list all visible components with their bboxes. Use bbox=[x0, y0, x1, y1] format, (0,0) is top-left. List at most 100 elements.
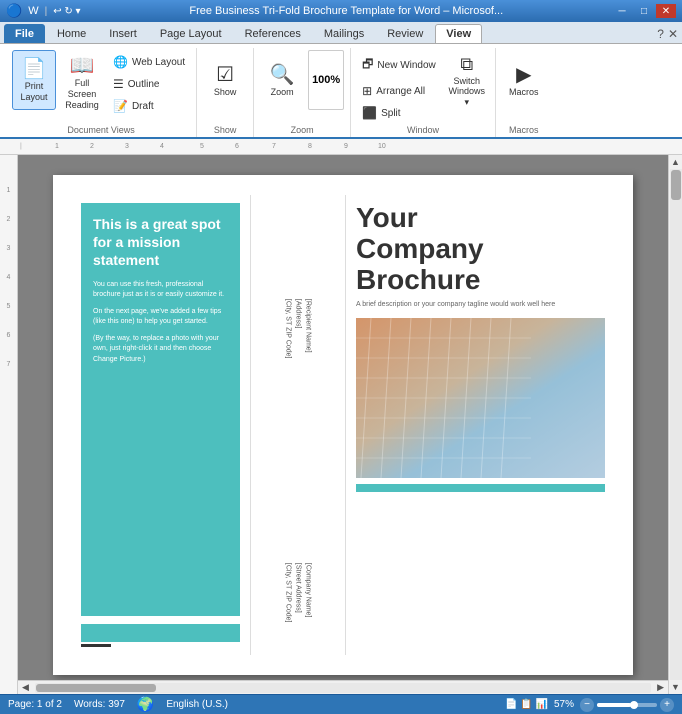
window-content: 🗗 New Window ⊞ Arrange All ⬛ Split ⧉ Swi… bbox=[357, 50, 489, 123]
window-title: Free Business Tri-Fold Brochure Template… bbox=[81, 5, 612, 17]
scroll-vertical-thumb[interactable] bbox=[671, 170, 681, 200]
tab-page-layout[interactable]: Page Layout bbox=[149, 24, 233, 43]
language-indicator: English (U.S.) bbox=[166, 699, 228, 710]
tab-home[interactable]: Home bbox=[46, 24, 97, 43]
mission-statement-title: This is a great spot for a mission state… bbox=[93, 215, 228, 270]
zoom-button-label: Zoom bbox=[271, 87, 294, 98]
body-para-3: (By the way, to replace a photo with you… bbox=[93, 334, 228, 366]
outline-button[interactable]: ☰ Outline bbox=[108, 74, 190, 94]
full-screen-label: Full ScreenReading bbox=[64, 78, 100, 110]
split-label: Split bbox=[381, 108, 400, 119]
ribbon-tab-bar: File Home Insert Page Layout References … bbox=[0, 22, 682, 44]
zoom-slider-fill bbox=[597, 703, 631, 707]
brochure-right-panel: YourCompanyBrochure A brief description … bbox=[348, 195, 613, 655]
language-icon: 🌍 bbox=[137, 696, 154, 713]
scroll-up-arrow[interactable]: ▲ bbox=[669, 155, 682, 169]
tab-insert[interactable]: Insert bbox=[98, 24, 148, 43]
zoom-percent: 57% bbox=[554, 699, 574, 710]
tab-view[interactable]: View bbox=[435, 24, 482, 43]
left-bottom-teal-stripe bbox=[81, 624, 240, 642]
new-window-icon: 🗗 bbox=[362, 55, 373, 76]
body-para-1: You can use this fresh, professional bro… bbox=[93, 280, 228, 301]
return-address: [Company Name][Street Address][City, ST … bbox=[283, 563, 312, 623]
ribbon-group-document-views: 📄 PrintLayout 📖 Full ScreenReading 🌐 Web… bbox=[6, 48, 197, 137]
recipient-address-area: [Recipient Name][Address][City, ST ZIP C… bbox=[268, 203, 328, 415]
status-bar: Page: 1 of 2 Words: 397 🌍 English (U.S.)… bbox=[0, 694, 682, 714]
new-window-button[interactable]: 🗗 New Window bbox=[357, 52, 441, 79]
draft-button[interactable]: 📝 Draft bbox=[108, 96, 190, 116]
print-layout-icon: 📄 bbox=[22, 57, 47, 81]
horizontal-ruler: | 1 2 3 4 5 6 7 8 9 10 bbox=[0, 139, 682, 155]
tab-review[interactable]: Review bbox=[376, 24, 434, 43]
draft-label: Draft bbox=[132, 101, 154, 112]
zoom-slider-track[interactable] bbox=[597, 703, 657, 707]
recipient-address: [Recipient Name][Address][City, ST ZIP C… bbox=[283, 299, 312, 359]
split-button[interactable]: ⬛ Split bbox=[357, 103, 441, 123]
zoom-minus-button[interactable]: − bbox=[580, 698, 594, 712]
new-window-label: New Window bbox=[377, 60, 435, 71]
building-image bbox=[356, 318, 605, 478]
panel-divider-2 bbox=[345, 195, 346, 655]
return-address-area: [Company Name][Street Address][City, ST … bbox=[268, 415, 328, 647]
page-indicator: Page: 1 of 2 bbox=[8, 699, 62, 710]
scroll-vertical-track[interactable] bbox=[670, 169, 682, 680]
zoom-group-label: Zoom bbox=[291, 125, 314, 135]
help-icon[interactable]: ? bbox=[657, 27, 664, 41]
zoom-plus-button[interactable]: + bbox=[660, 698, 674, 712]
brochure-left-panel: This is a great spot for a mission state… bbox=[73, 195, 248, 655]
tab-file[interactable]: File bbox=[4, 24, 45, 43]
outline-label: Outline bbox=[128, 79, 160, 90]
show-content: ☑ Show bbox=[203, 50, 247, 123]
panel-divider-1 bbox=[250, 195, 251, 655]
ribbon: 📄 PrintLayout 📖 Full ScreenReading 🌐 Web… bbox=[0, 44, 682, 139]
minimize-button[interactable]: ─ bbox=[612, 4, 632, 18]
horizontal-scrollbar[interactable]: ◀ ▶ bbox=[18, 680, 668, 694]
zoom-100-label: 100% bbox=[312, 74, 340, 86]
show-label: Show bbox=[214, 87, 237, 98]
scroll-horizontal-thumb[interactable] bbox=[36, 684, 156, 692]
company-tagline: A brief description or your company tagl… bbox=[356, 301, 605, 308]
building-svg bbox=[356, 318, 605, 478]
arrange-all-button[interactable]: ⊞ Arrange All bbox=[357, 81, 441, 101]
vertical-scrollbar[interactable]: ▲ ▼ bbox=[668, 155, 682, 694]
web-layout-button[interactable]: 🌐 Web Layout bbox=[108, 52, 190, 72]
tab-references[interactable]: References bbox=[234, 24, 312, 43]
ribbon-group-macros: ▶ Macros Macros bbox=[496, 48, 552, 137]
word-count: Words: 397 bbox=[74, 699, 125, 710]
scroll-left-arrow[interactable]: ◀ bbox=[18, 680, 33, 694]
full-screen-reading-button[interactable]: 📖 Full ScreenReading bbox=[60, 50, 104, 114]
window-controls: ─ □ ✕ bbox=[612, 4, 676, 18]
scroll-horizontal-track[interactable] bbox=[35, 683, 651, 693]
draft-icon: 📝 bbox=[113, 99, 128, 113]
switch-windows-button[interactable]: ⧉ SwitchWindows ▾ bbox=[445, 50, 489, 112]
title-bar: 🔵 W | ↩ ↻ ▾ Free Business Tri-Fold Broch… bbox=[0, 0, 682, 22]
macros-content: ▶ Macros bbox=[502, 50, 546, 123]
ribbon-group-zoom: 🔍 Zoom 100% Zoom bbox=[254, 48, 351, 137]
tab-mailings[interactable]: Mailings bbox=[313, 24, 375, 43]
scroll-right-arrow[interactable]: ▶ bbox=[653, 680, 668, 694]
zoom-button[interactable]: 🔍 Zoom bbox=[260, 50, 304, 110]
status-right: 📄 📋 📊 57% − + bbox=[505, 698, 674, 712]
full-screen-icon: 📖 bbox=[70, 54, 95, 78]
arrange-all-label: Arrange All bbox=[376, 86, 425, 97]
zoom-100-button[interactable]: 100% bbox=[308, 50, 344, 110]
macros-icon: ▶ bbox=[516, 63, 531, 87]
view-mode-icons: 📄 📋 📊 bbox=[505, 699, 548, 710]
arrange-all-icon: ⊞ bbox=[362, 84, 372, 98]
switch-windows-label: SwitchWindows ▾ bbox=[449, 76, 486, 108]
show-button[interactable]: ☑ Show bbox=[203, 50, 247, 110]
zoom-slider-thumb[interactable] bbox=[630, 701, 638, 709]
window-small-buttons: 🗗 New Window ⊞ Arrange All ⬛ Split bbox=[357, 50, 441, 123]
print-layout-button[interactable]: 📄 PrintLayout bbox=[12, 50, 56, 110]
maximize-button[interactable]: □ bbox=[634, 4, 654, 18]
web-layout-icon: 🌐 bbox=[113, 55, 128, 69]
macros-button[interactable]: ▶ Macros bbox=[502, 50, 546, 110]
scroll-down-arrow[interactable]: ▼ bbox=[669, 680, 682, 694]
cursor-indicator bbox=[81, 644, 111, 647]
mission-statement-body: You can use this fresh, professional bro… bbox=[93, 280, 228, 604]
vertical-ruler: 1 2 3 4 5 6 7 bbox=[0, 155, 18, 694]
web-layout-label: Web Layout bbox=[132, 57, 185, 68]
close-button[interactable]: ✕ bbox=[656, 4, 676, 18]
print-layout-label: PrintLayout bbox=[20, 81, 47, 103]
options-icon[interactable]: ✕ bbox=[668, 27, 678, 41]
